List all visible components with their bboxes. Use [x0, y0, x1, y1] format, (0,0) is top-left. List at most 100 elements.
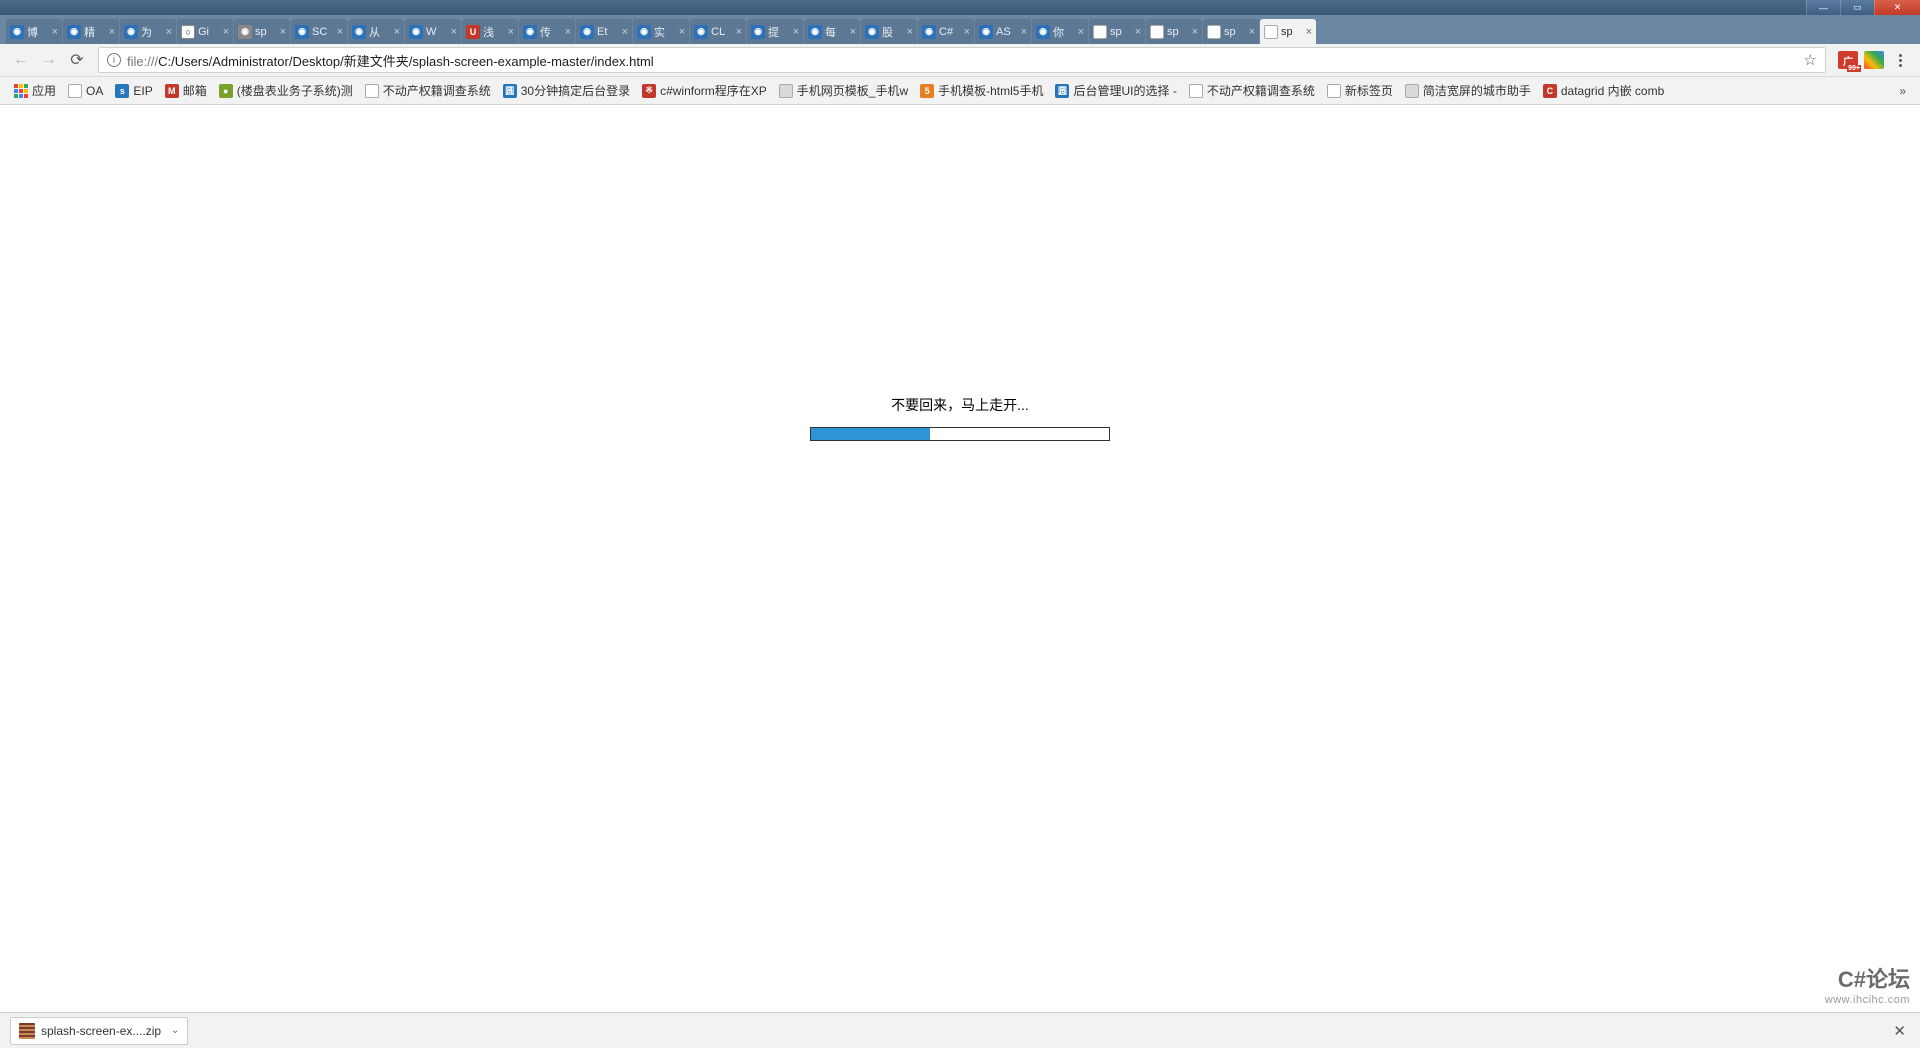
tab-label: sp — [1110, 26, 1133, 38]
bookmark-item[interactable]: OA — [62, 80, 109, 102]
tab-close-icon[interactable]: × — [223, 26, 229, 38]
apps-button[interactable]: 应用 — [8, 80, 62, 102]
browser-tab[interactable]: ◉C#× — [918, 19, 974, 44]
browser-tab[interactable]: U浅× — [462, 19, 518, 44]
bookmarks-overflow-button[interactable]: » — [1893, 84, 1912, 98]
bookmark-item[interactable]: 简洁宽屏的城市助手 — [1399, 80, 1537, 102]
browser-tab[interactable]: ◉博× — [6, 19, 62, 44]
favicon-icon: ◉ — [352, 25, 366, 39]
window-maximize-button[interactable]: ▭ — [1840, 0, 1874, 15]
bookmark-star-icon[interactable]: ☆ — [1804, 51, 1817, 69]
bookmark-item[interactable]: 不动产权籍调查系统 — [1183, 80, 1321, 102]
browser-tab[interactable]: sp× — [1203, 19, 1259, 44]
tab-close-icon[interactable]: × — [622, 26, 628, 38]
tab-close-icon[interactable]: × — [1021, 26, 1027, 38]
browser-tab[interactable]: ◉每× — [804, 19, 860, 44]
browser-tab[interactable]: ◉W× — [405, 19, 461, 44]
tab-close-icon[interactable]: × — [337, 26, 343, 38]
browser-tab[interactable]: ◉从× — [348, 19, 404, 44]
browser-tab[interactable]: ○Gi× — [177, 19, 233, 44]
tab-close-icon[interactable]: × — [793, 26, 799, 38]
tab-close-icon[interactable]: × — [109, 26, 115, 38]
favicon-icon: ◉ — [808, 25, 822, 39]
bookmark-item[interactable]: ※c#winform程序在XP — [636, 80, 773, 102]
download-item[interactable]: splash-screen-ex....zip ⌄ — [10, 1017, 188, 1045]
favicon-icon — [1150, 25, 1164, 39]
browser-tab[interactable]: ◉实× — [633, 19, 689, 44]
tab-label: SC — [312, 26, 335, 38]
tab-label: 你 — [1053, 24, 1076, 40]
bookmark-favicon-icon: C — [1543, 84, 1557, 98]
tab-close-icon[interactable]: × — [451, 26, 457, 38]
browser-tab[interactable]: ◉SC× — [291, 19, 347, 44]
chevron-down-icon[interactable]: ⌄ — [171, 1025, 179, 1036]
favicon-icon: ◉ — [1036, 25, 1050, 39]
browser-tab[interactable]: ◉你× — [1032, 19, 1088, 44]
site-info-icon[interactable]: i — [107, 53, 121, 67]
bookmark-item[interactable]: Cdatagrid 内嵌 comb — [1537, 80, 1670, 102]
back-button[interactable]: ← — [8, 47, 34, 73]
favicon-icon: ◉ — [124, 25, 138, 39]
tab-close-icon[interactable]: × — [166, 26, 172, 38]
browser-tab[interactable]: ◉股× — [861, 19, 917, 44]
tab-close-icon[interactable]: × — [394, 26, 400, 38]
browser-tab[interactable]: ◉精× — [63, 19, 119, 44]
tab-close-icon[interactable]: × — [850, 26, 856, 38]
downloads-close-button[interactable]: ✕ — [1889, 1022, 1910, 1040]
tab-close-icon[interactable]: × — [508, 26, 514, 38]
tab-close-icon[interactable]: × — [964, 26, 970, 38]
browser-tab[interactable]: sp× — [1089, 19, 1145, 44]
bookmark-label: c#winform程序在XP — [660, 82, 767, 99]
favicon-icon: ◉ — [238, 25, 252, 39]
bookmark-item[interactable]: 圆30分钟搞定后台登录 — [497, 80, 636, 102]
bookmark-favicon-icon — [1327, 84, 1341, 98]
tab-close-icon[interactable]: × — [1249, 26, 1255, 38]
browser-tab[interactable]: ◉提× — [747, 19, 803, 44]
bookmark-item[interactable]: sEIP — [109, 80, 158, 102]
bookmark-item[interactable]: 5手机模板-html5手机 — [914, 80, 1049, 102]
tab-label: sp — [1167, 26, 1190, 38]
browser-tab[interactable]: ◉Et× — [576, 19, 632, 44]
bookmark-label: datagrid 内嵌 comb — [1561, 82, 1664, 99]
bookmark-favicon-icon: s — [115, 84, 129, 98]
apps-icon — [14, 84, 28, 98]
address-bar[interactable]: i file:///C:/Users/Administrator/Desktop… — [98, 47, 1826, 73]
reload-button[interactable]: ⟳ — [64, 47, 90, 73]
browser-tab[interactable]: ◉CL× — [690, 19, 746, 44]
tab-close-icon[interactable]: × — [736, 26, 742, 38]
tab-close-icon[interactable]: × — [280, 26, 286, 38]
tab-close-icon[interactable]: × — [1306, 26, 1312, 38]
bookmark-item[interactable]: 新标签页 — [1321, 80, 1399, 102]
bookmark-item[interactable]: 不动产权籍调查系统 — [359, 80, 497, 102]
favicon-icon — [1264, 25, 1278, 39]
window-close-button[interactable]: ✕ — [1874, 0, 1920, 15]
browser-tab[interactable]: ◉AS× — [975, 19, 1031, 44]
browser-tab[interactable]: sp× — [1146, 19, 1202, 44]
tab-close-icon[interactable]: × — [679, 26, 685, 38]
tab-close-icon[interactable]: × — [907, 26, 913, 38]
tab-close-icon[interactable]: × — [1078, 26, 1084, 38]
extension-icon[interactable] — [1864, 51, 1884, 69]
extension-icon[interactable]: 广 — [1838, 51, 1858, 69]
tab-close-icon[interactable]: × — [1192, 26, 1198, 38]
browser-toolbar: ← → ⟳ i file:///C:/Users/Administrator/D… — [0, 44, 1920, 77]
forward-button[interactable]: → — [36, 47, 62, 73]
browser-tab[interactable]: ◉为× — [120, 19, 176, 44]
favicon-icon: ◉ — [295, 25, 309, 39]
browser-tab[interactable]: ◉传× — [519, 19, 575, 44]
bookmark-item[interactable]: ●(楼盘表业务子系统)测 — [213, 80, 359, 102]
bookmark-item[interactable]: 手机网页模板_手机w — [773, 80, 914, 102]
browser-menu-button[interactable] — [1888, 54, 1912, 67]
tab-close-icon[interactable]: × — [52, 26, 58, 38]
bookmark-item[interactable]: M邮箱 — [159, 80, 213, 102]
tab-label: AS — [996, 26, 1019, 38]
tab-close-icon[interactable]: × — [1135, 26, 1141, 38]
window-minimize-button[interactable]: — — [1806, 0, 1840, 15]
browser-tab[interactable]: ◉sp× — [234, 19, 290, 44]
tab-close-icon[interactable]: × — [565, 26, 571, 38]
browser-tab[interactable]: sp× — [1260, 19, 1316, 44]
tab-label: sp — [255, 26, 278, 38]
favicon-icon: ◉ — [580, 25, 594, 39]
bookmark-item[interactable]: 圆后台管理UI的选择 - — [1049, 80, 1182, 102]
tab-label: Gi — [198, 26, 221, 38]
